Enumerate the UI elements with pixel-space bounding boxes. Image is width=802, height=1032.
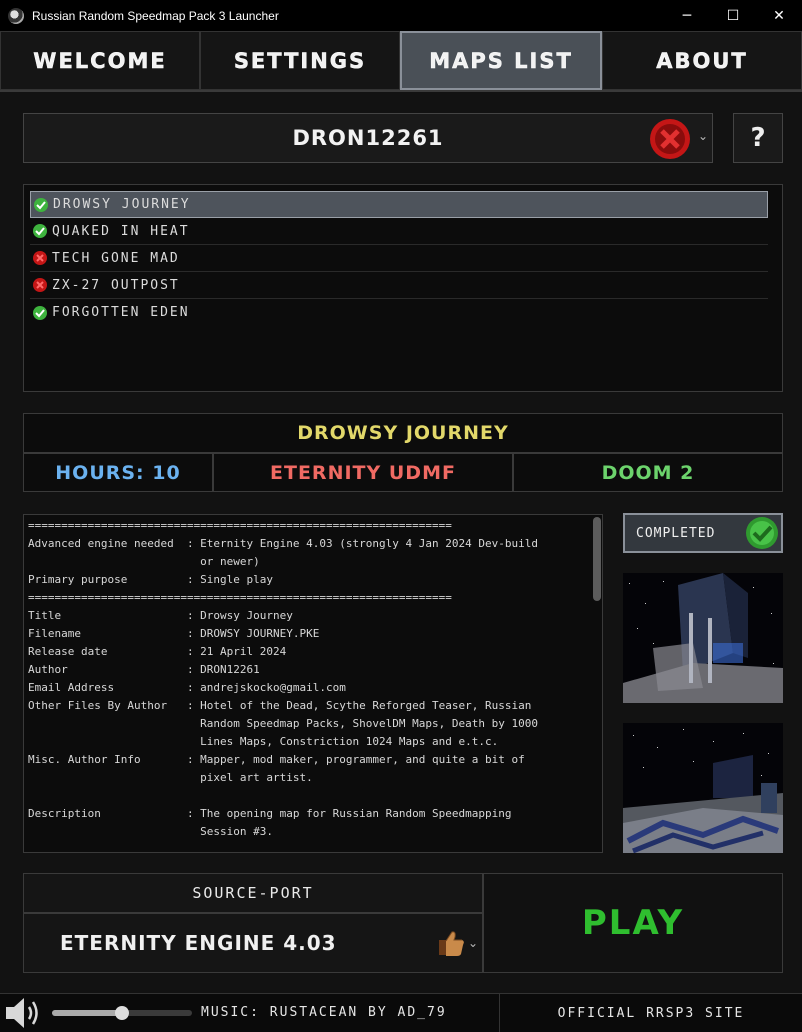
help-button[interactable]: ?: [733, 113, 783, 163]
map-info-text[interactable]: ========================================…: [23, 514, 603, 853]
list-item[interactable]: FORGOTTEN EDEN: [30, 299, 768, 326]
list-item[interactable]: QUAKED IN HEAT: [30, 218, 768, 245]
fail-icon: [33, 278, 47, 292]
game-stat: DOOM 2: [513, 453, 783, 492]
tab-bar: WELCOME SETTINGS MAPS LIST ABOUT: [0, 31, 802, 92]
source-port-value: ETERNITY ENGINE 4.03: [60, 931, 337, 955]
volume-icon[interactable]: [4, 996, 44, 1030]
map-info-content: ========================================…: [28, 519, 538, 838]
completed-badge: COMPLETED: [623, 513, 783, 553]
source-port-label: SOURCE-PORT: [23, 873, 483, 913]
check-icon: [34, 197, 48, 212]
map-screenshot-image: [623, 573, 783, 703]
tab-maps-list[interactable]: MAPS LIST: [400, 31, 602, 90]
app-logo-icon: [8, 7, 24, 24]
map-screenshot-image: [623, 723, 783, 853]
selected-map-title: DROWSY JOURNEY: [23, 413, 783, 453]
map-label: TECH GONE MAD: [52, 250, 180, 266]
list-item[interactable]: TECH GONE MAD: [30, 245, 768, 272]
list-item[interactable]: DROWSY JOURNEY: [30, 191, 768, 218]
maps-list: DROWSY JOURNEY QUAKED IN HEAT TECH GONE …: [23, 184, 783, 392]
volume-slider-handle[interactable]: [115, 1006, 129, 1020]
close-button[interactable]: ✕: [756, 0, 802, 31]
check-icon: [33, 305, 47, 320]
maximize-button[interactable]: ☐: [710, 0, 756, 31]
window-controls: ─ ☐ ✕: [664, 0, 802, 31]
fail-icon: [33, 251, 47, 265]
volume-fill: [52, 1010, 122, 1016]
map-label: FORGOTTEN EDEN: [52, 305, 190, 320]
tab-settings[interactable]: SETTINGS: [200, 31, 400, 90]
title-bar: Russian Random Speedmap Pack 3 Launcher …: [0, 0, 802, 31]
map-label: QUAKED IN HEAT: [52, 223, 190, 239]
volume-slider[interactable]: [52, 1006, 192, 1020]
map-label: ZX-27 OUTPOST: [52, 277, 180, 293]
thumbs-up-icon: [439, 931, 464, 956]
map-label: DROWSY JOURNEY: [53, 197, 191, 212]
chevron-down-icon: ⌄: [697, 129, 708, 143]
window-title: Russian Random Speedmap Pack 3 Launcher: [32, 8, 279, 23]
status-bar: MUSIC: RUSTACEAN BY AD_79 OFFICIAL RRSP3…: [0, 993, 802, 1032]
format-stat: ETERNITY UDMF: [213, 453, 513, 492]
music-label: MUSIC: RUSTACEAN BY AD_79: [201, 1005, 447, 1020]
check-icon: [33, 224, 47, 238]
list-item[interactable]: ZX-27 OUTPOST: [30, 272, 768, 299]
tab-about[interactable]: ABOUT: [602, 31, 802, 90]
tab-welcome[interactable]: WELCOME: [0, 31, 200, 90]
scrollbar[interactable]: [593, 517, 601, 601]
map-screenshot: [623, 573, 783, 703]
chevron-down-icon: ⌄: [467, 936, 478, 950]
fail-icon: [650, 119, 690, 159]
source-port-select[interactable]: ETERNITY ENGINE 4.03 ⌄: [23, 913, 483, 973]
check-icon: [746, 517, 778, 549]
play-button[interactable]: PLAY: [483, 873, 783, 973]
player-name: DRON12261: [292, 126, 444, 150]
hours-stat: HOURS: 10: [23, 453, 213, 492]
official-site-link[interactable]: OFFICIAL RRSP3 SITE: [499, 994, 802, 1032]
player-select[interactable]: DRON12261 ⌄: [23, 113, 713, 163]
minimize-button[interactable]: ─: [664, 0, 710, 31]
completed-label: COMPLETED: [636, 525, 716, 541]
map-screenshot: [623, 723, 783, 853]
